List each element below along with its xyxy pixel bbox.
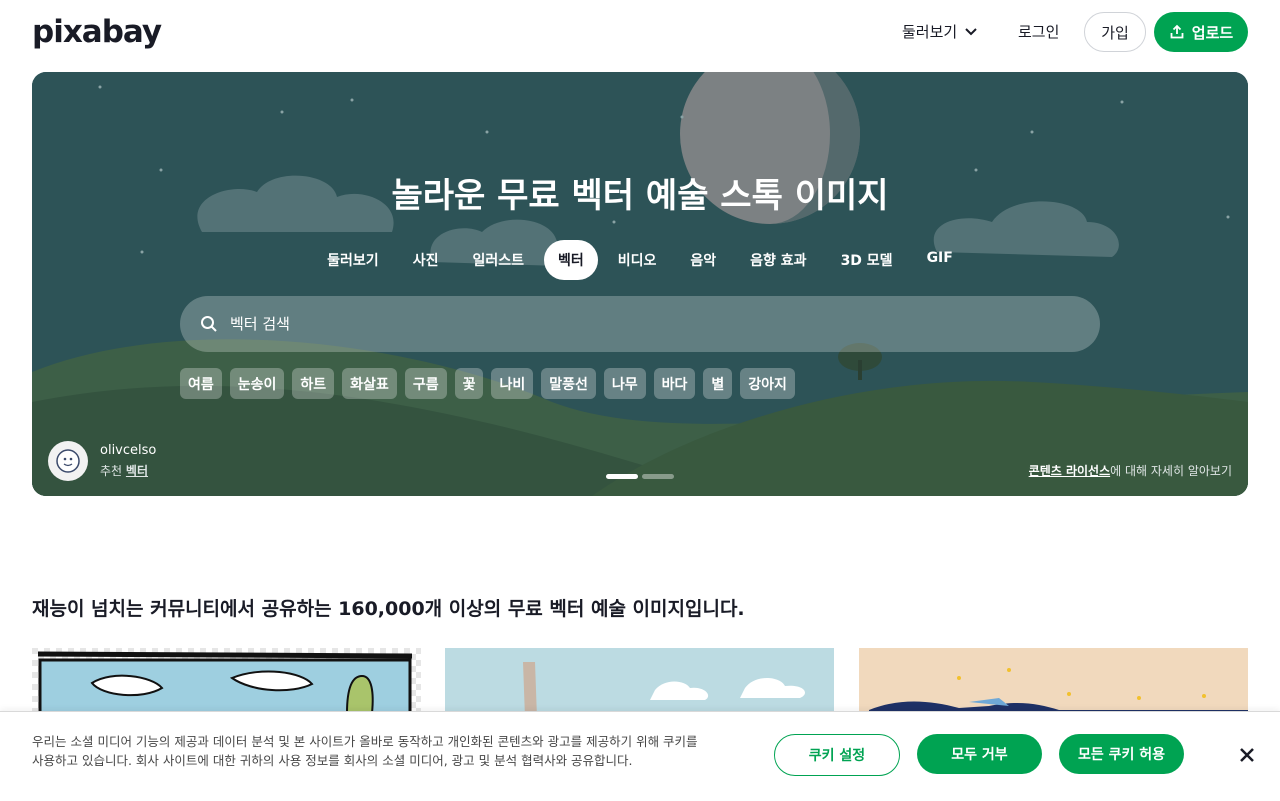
upload-button[interactable]: 업로드 xyxy=(1154,12,1248,52)
accept-all-cookies-button[interactable]: 모든 쿠키 허용 xyxy=(1059,734,1184,774)
tab-videos[interactable]: 비디오 xyxy=(604,240,671,280)
explore-menu[interactable]: 둘러보기 xyxy=(902,21,977,42)
search-bar xyxy=(180,296,1100,352)
image-thumbnail[interactable] xyxy=(32,648,421,718)
thumbnail-night-scene xyxy=(859,648,1248,718)
tab-illustrations[interactable]: 일러스트 xyxy=(458,240,538,280)
cookie-settings-button[interactable]: 쿠키 설정 xyxy=(774,734,900,776)
credit-username[interactable]: olivcelso xyxy=(100,440,156,461)
hero-title: 놀라운 무료 벡터 예술 스톡 이미지 xyxy=(391,176,889,216)
tag-chip[interactable]: 눈송이 xyxy=(229,368,285,399)
license-note: 콘텐츠 라이선스에 대해 자세히 알아보기 xyxy=(1029,462,1232,479)
tag-chip[interactable]: 나비 xyxy=(491,368,534,399)
hero-background-illustration xyxy=(32,72,1248,496)
tab-photos[interactable]: 사진 xyxy=(399,240,453,280)
tab-gif[interactable]: GIF xyxy=(913,240,967,280)
tag-chip[interactable]: 강아지 xyxy=(740,368,795,399)
avatar-face-icon xyxy=(56,449,80,473)
category-tabs: 둘러보기 사진 일러스트 벡터 비디오 음악 음향 효과 3D 모델 GIF xyxy=(32,240,1248,280)
tab-music[interactable]: 음악 xyxy=(676,240,730,280)
tag-chip[interactable]: 화살표 xyxy=(342,368,397,399)
tag-chip[interactable]: 나무 xyxy=(603,368,646,399)
search-icon[interactable] xyxy=(200,315,218,333)
tab-vectors[interactable]: 벡터 xyxy=(543,240,598,280)
login-link[interactable]: 로그인 xyxy=(1018,21,1059,42)
slide-dot[interactable] xyxy=(642,474,674,479)
hero-credit: olivcelso 추천 벡터 xyxy=(48,440,156,482)
join-label: 가입 xyxy=(1101,23,1129,42)
tag-chip[interactable]: 바다 xyxy=(653,368,696,399)
image-thumbnail[interactable] xyxy=(859,648,1248,718)
tag-chip[interactable]: 구름 xyxy=(404,368,447,399)
close-icon[interactable] xyxy=(1238,746,1256,764)
tag-chip[interactable]: 말풍선 xyxy=(541,368,596,399)
chevron-down-icon xyxy=(965,27,977,35)
upload-label: 업로드 xyxy=(1191,23,1234,42)
tag-chip[interactable]: 꽃 xyxy=(454,368,484,399)
tag-chip[interactable]: 여름 xyxy=(180,368,222,399)
reject-all-button[interactable]: 모두 거부 xyxy=(917,734,1042,774)
suggested-tags: 여름 눈송이 하트 화살표 구름 꽃 나비 말풍선 나무 바다 별 강아지 xyxy=(180,368,795,399)
upload-icon xyxy=(1170,24,1184,39)
slide-indicator xyxy=(606,474,674,479)
search-input[interactable] xyxy=(228,314,1100,334)
section-heading: 재능이 넘치는 커뮤니티에서 공유하는 160,000개 이상의 무료 벡터 예… xyxy=(32,598,745,620)
slide-dot[interactable] xyxy=(606,474,638,479)
pixabay-logo[interactable]: pixabay xyxy=(32,14,162,50)
thumbnail-window-scene xyxy=(32,648,421,718)
tab-3d-models[interactable]: 3D 모델 xyxy=(827,240,907,280)
cookie-message: 우리는 소셜 미디어 기능의 제공과 데이터 분석 및 본 사이트가 올바로 동… xyxy=(32,734,698,768)
tab-explore[interactable]: 둘러보기 xyxy=(313,240,393,280)
tab-sound-effects[interactable]: 음향 효과 xyxy=(736,240,820,280)
credit-label: 추천 xyxy=(100,464,123,478)
avatar[interactable] xyxy=(48,441,88,481)
tag-chip[interactable]: 하트 xyxy=(292,368,335,399)
license-note-text: 에 대해 자세히 알아보기 xyxy=(1110,464,1232,478)
top-header: pixabay 둘러보기 로그인 가입 업로드 xyxy=(0,0,1280,64)
explore-label: 둘러보기 xyxy=(902,23,958,41)
credit-category-link[interactable]: 벡터 xyxy=(126,464,148,478)
tag-chip[interactable]: 별 xyxy=(703,368,733,399)
join-button[interactable]: 가입 xyxy=(1084,12,1146,52)
cookie-banner: 우리는 소셜 미디어 기능의 제공과 데이터 분석 및 본 사이트가 올바로 동… xyxy=(0,711,1280,801)
image-thumbnail[interactable] xyxy=(445,648,834,718)
hero-banner: 놀라운 무료 벡터 예술 스톡 이미지 둘러보기 사진 일러스트 벡터 비디오 … xyxy=(32,72,1248,496)
thumbnail-sky-scene xyxy=(445,648,834,718)
license-link[interactable]: 콘텐츠 라이선스 xyxy=(1029,464,1110,478)
